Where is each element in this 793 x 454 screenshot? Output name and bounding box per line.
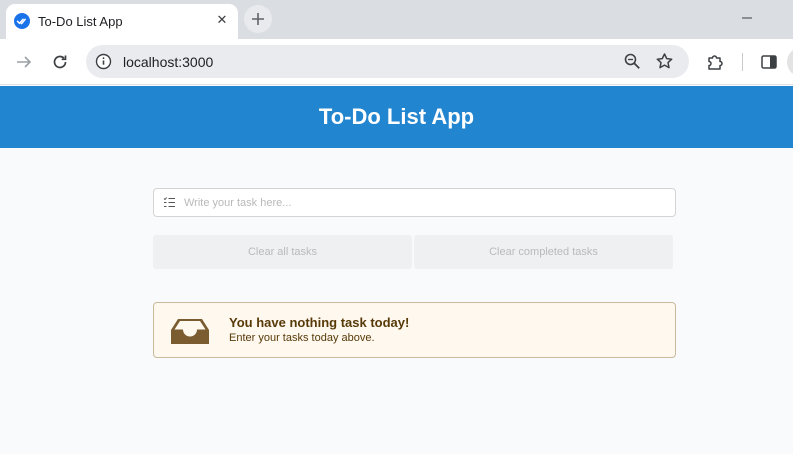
close-icon[interactable]: ✕ [213, 11, 231, 29]
new-tab-button[interactable] [244, 5, 272, 33]
extensions-icon [708, 55, 723, 70]
task-input[interactable] [184, 189, 672, 216]
reload-icon [53, 55, 67, 69]
profile-button[interactable] [787, 47, 793, 77]
forward-arrow-icon [17, 56, 32, 68]
extensions-button[interactable] [705, 52, 725, 72]
check-double-icon [14, 13, 30, 29]
minimize-button[interactable] [737, 8, 757, 28]
minimize-icon [742, 17, 752, 19]
empty-state-text: Enter your tasks today above. [229, 332, 375, 344]
empty-state-header: You have nothing task today! [229, 315, 410, 330]
plus-icon [252, 13, 264, 25]
star-icon[interactable] [655, 52, 674, 71]
address-bar[interactable]: localhost:3000 [86, 45, 689, 78]
info-icon[interactable] [95, 53, 112, 70]
tab-title: To-Do List App [38, 14, 123, 29]
inbox-icon [170, 318, 210, 344]
reload-button[interactable] [50, 52, 70, 72]
url-text: localhost:3000 [123, 54, 214, 70]
zoom-icon[interactable] [623, 52, 642, 71]
app-title: To-Do List App [318, 104, 475, 129]
clear-all-tasks-button[interactable]: Clear all tasks [153, 235, 412, 269]
browser-tab[interactable]: To-Do List App ✕ [6, 4, 238, 39]
tab-strip: To-Do List App ✕ [0, 0, 793, 39]
toolbar-divider [742, 53, 743, 71]
app-header: To-Do List App [0, 86, 793, 148]
clear-completed-tasks-button[interactable]: Clear completed tasks [414, 235, 673, 269]
side-panel-button[interactable] [759, 52, 779, 72]
browser-toolbar: localhost:3000 [0, 39, 793, 85]
task-input-container [153, 188, 676, 217]
list-check-icon [163, 196, 176, 209]
side-panel-icon [761, 55, 777, 69]
empty-state-message: You have nothing task today! Enter your … [153, 302, 676, 358]
forward-button[interactable] [14, 52, 34, 72]
